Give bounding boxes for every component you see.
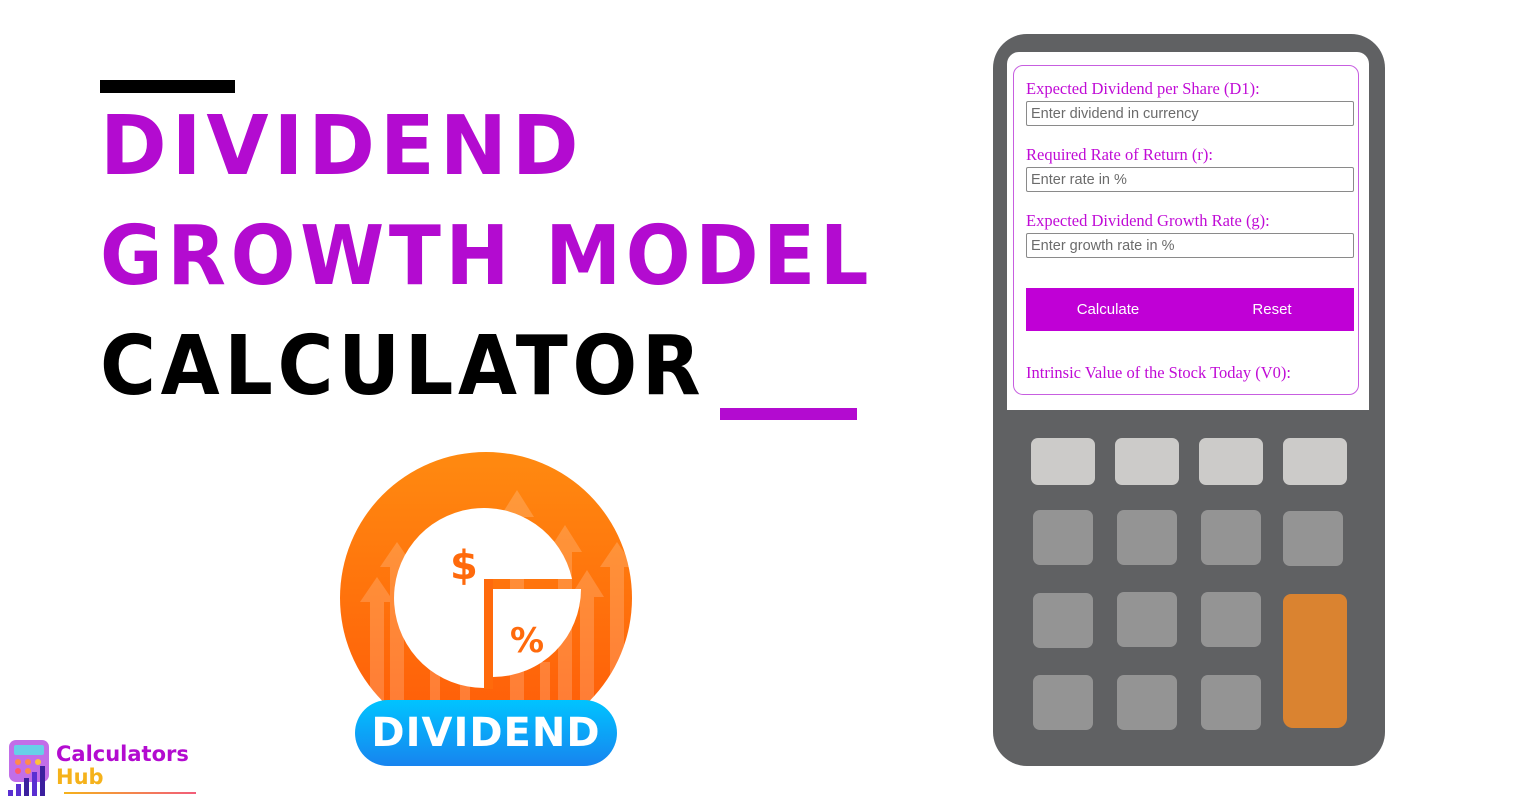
keypad-key: [1201, 675, 1261, 730]
d1-input[interactable]: [1026, 101, 1354, 126]
title-line-2: GROWTH MODEL: [100, 209, 874, 304]
keypad-key: [1283, 511, 1343, 566]
logo-name-line2: Hub: [56, 765, 104, 789]
keypad-key: [1201, 592, 1261, 647]
dividend-growth-form: Expected Dividend per Share (D1): Requir…: [1013, 65, 1359, 395]
keypad-key: [1201, 510, 1261, 565]
keypad-key: [1033, 675, 1093, 730]
keypad-key: [1033, 593, 1093, 648]
title-decor-bar-bottom: [720, 408, 857, 420]
keypad-equals-key: [1283, 594, 1347, 728]
title-decor-bar-top: [100, 80, 235, 93]
dividend-badge: $ % DIVIDEND: [340, 452, 632, 772]
r-input[interactable]: [1026, 167, 1354, 192]
calculator-screen: Expected Dividend per Share (D1): Requir…: [1007, 52, 1369, 410]
logo-name-line1: Calculators: [56, 742, 189, 766]
title-line-1: DIVIDEND: [100, 99, 584, 194]
keypad-key: [1115, 438, 1179, 485]
calculators-hub-logo[interactable]: Calculators Hub: [6, 738, 196, 798]
calculator-logo-icon: [8, 740, 49, 796]
g-input[interactable]: [1026, 233, 1354, 258]
r-label: Required Rate of Return (r):: [1026, 145, 1213, 164]
keypad-key: [1117, 675, 1177, 730]
logo-underline: [64, 792, 196, 794]
result-label: Intrinsic Value of the Stock Today (V0):: [1026, 363, 1291, 382]
keypad-key: [1033, 510, 1093, 565]
badge-label: DIVIDEND: [371, 710, 601, 756]
d1-label: Expected Dividend per Share (D1):: [1026, 79, 1260, 98]
dollar-symbol: $: [450, 543, 478, 589]
keypad-key: [1031, 438, 1095, 485]
reset-button[interactable]: Reset: [1190, 288, 1354, 331]
keypad-key: [1283, 438, 1347, 485]
g-label: Expected Dividend Growth Rate (g):: [1026, 211, 1270, 230]
title-line-3: CALCULATOR: [100, 319, 706, 414]
keypad-key: [1199, 438, 1263, 485]
keypad-key: [1117, 510, 1177, 565]
calculator-device: Expected Dividend per Share (D1): Requir…: [993, 34, 1385, 766]
percent-symbol: %: [510, 621, 544, 661]
keypad-key: [1117, 592, 1177, 647]
button-row: Calculate Reset: [1026, 288, 1354, 331]
calculate-button[interactable]: Calculate: [1026, 288, 1190, 331]
